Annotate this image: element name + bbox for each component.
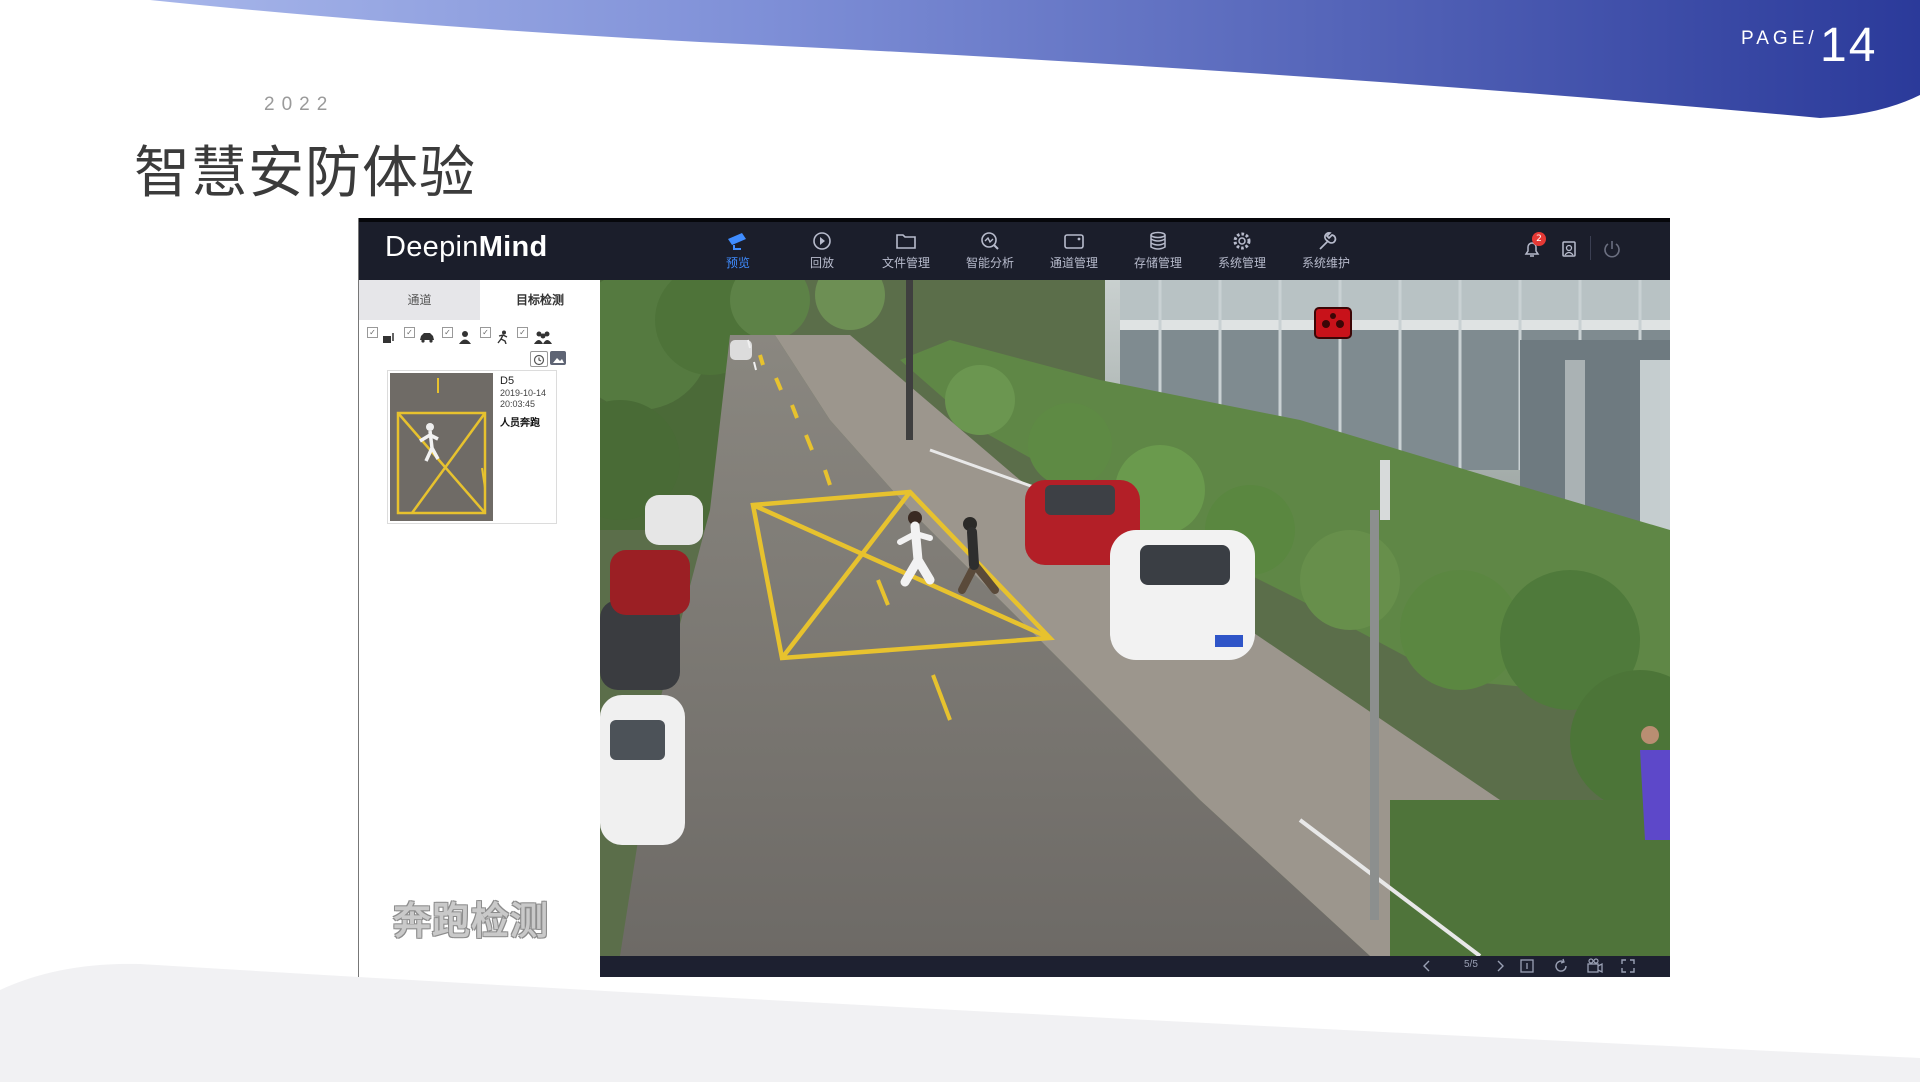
video-frame — [600, 280, 1670, 956]
brand-logo: DeepinMind — [385, 231, 548, 263]
analysis-icon — [981, 232, 999, 250]
event-card[interactable]: D5 2019-10-14 20:03:45 人员奔跑 — [387, 370, 557, 524]
nav-label: 文件管理 — [881, 256, 930, 270]
tab-channel[interactable]: 通道 — [359, 280, 480, 320]
power-button[interactable] — [1601, 238, 1623, 264]
nav-label: 回放 — [809, 256, 834, 270]
folder-icon — [896, 234, 916, 249]
database-icon — [1150, 231, 1166, 250]
video-control-bar: 5/5 — [600, 956, 1670, 977]
clock-icon — [533, 354, 545, 366]
panel-tabs: 通道 目标检测 — [359, 280, 600, 320]
image-icon — [553, 358, 564, 363]
detection-caption: 奔跑检测 — [393, 899, 550, 943]
app-header: DeepinMind 预览 回放 文件管理 智能分析 通道管理 存储管理 系统管… — [359, 218, 1670, 280]
user-icon — [1562, 241, 1576, 257]
gear-icon — [1233, 232, 1251, 250]
camera-icon — [728, 233, 746, 250]
page-label: PAGE/ — [1741, 28, 1818, 49]
event-thumbnail — [390, 373, 493, 521]
nav-label: 智能分析 — [965, 256, 1014, 270]
slide-title: 智慧安防体验 — [134, 141, 476, 206]
alert-overlay-icon — [1314, 307, 1352, 339]
nav-label: 预览 — [725, 256, 750, 270]
single-view-icon[interactable] — [1519, 958, 1535, 974]
left-panel: 通道 目标检测 ✓ ✓ ✓ ✓ ✓ D5 2019-10-14 20:03:45… — [359, 280, 600, 977]
notification-bell[interactable]: 2 — [1521, 232, 1546, 264]
nav-label: 通道管理 — [1049, 256, 1098, 270]
slide-year: 2022 — [264, 94, 335, 115]
vehicle-icon — [383, 333, 394, 343]
event-channel: D5 — [500, 375, 515, 387]
tab-target-detection[interactable]: 目标检测 — [480, 280, 600, 320]
nav-system-maintenance[interactable]: 系统维护 — [1287, 230, 1365, 271]
chevron-left-icon[interactable] — [1420, 959, 1434, 973]
record-icon[interactable] — [1586, 958, 1604, 974]
nav-system-management[interactable]: 系统管理 — [1203, 230, 1281, 271]
refresh-icon[interactable] — [1553, 958, 1569, 974]
notification-badge: 2 — [1532, 232, 1546, 246]
nav-file-management[interactable]: 文件管理 — [867, 230, 945, 271]
page-indicator: 5/5 — [1464, 959, 1478, 970]
nav-channel-management[interactable]: 通道管理 — [1035, 230, 1113, 271]
person-icon — [459, 331, 471, 344]
filter-checkbox[interactable]: ✓ — [480, 327, 491, 338]
event-type: 人员奔跑 — [500, 418, 540, 429]
nav-smart-analysis[interactable]: 智能分析 — [951, 230, 1029, 271]
nav-preview[interactable]: 预览 — [699, 230, 777, 271]
chevron-right-icon[interactable] — [1493, 959, 1507, 973]
deepinmind-app-window: DeepinMind 预览 回放 文件管理 智能分析 通道管理 存储管理 系统管… — [358, 218, 1670, 977]
crowd-icon — [534, 331, 552, 344]
filter-checkbox[interactable]: ✓ — [404, 327, 415, 338]
nav-playback[interactable]: 回放 — [783, 230, 861, 271]
history-button[interactable] — [530, 351, 548, 367]
channel-icon — [1064, 234, 1084, 249]
running-person-icon — [497, 330, 508, 344]
nav-label: 系统维护 — [1301, 256, 1350, 270]
detection-filters: ✓ ✓ ✓ ✓ ✓ — [367, 324, 592, 348]
nav-label: 存储管理 — [1133, 256, 1182, 270]
filter-checkbox[interactable]: ✓ — [517, 327, 528, 338]
nav-label: 系统管理 — [1217, 256, 1266, 270]
car-icon — [420, 333, 434, 343]
wrench-icon — [1319, 232, 1337, 250]
page-number: 14 — [1820, 19, 1878, 72]
power-icon — [1604, 241, 1620, 258]
event-time: 20:03:45 — [500, 399, 536, 409]
fullscreen-icon[interactable] — [1620, 958, 1636, 974]
user-button[interactable] — [1558, 238, 1580, 264]
header-divider — [1590, 236, 1591, 260]
nav-storage-management[interactable]: 存储管理 — [1119, 230, 1197, 271]
filter-checkbox[interactable]: ✓ — [442, 327, 453, 338]
filter-checkbox[interactable]: ✓ — [367, 327, 378, 338]
event-date: 2019-10-14 — [500, 388, 547, 398]
playback-icon — [813, 232, 831, 250]
live-video-view[interactable] — [600, 280, 1670, 956]
image-mode-button[interactable] — [550, 351, 566, 365]
